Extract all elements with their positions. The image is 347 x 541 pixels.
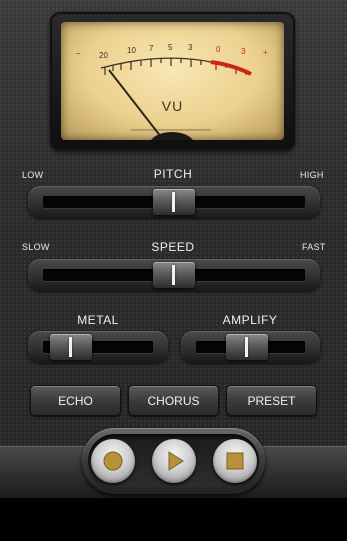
pitch-label: PITCH [153, 167, 193, 181]
vu-scale-10: 10 [127, 46, 136, 55]
vu-plus-sign: + [263, 48, 268, 57]
vu-meter: − 20 10 7 5 3 0 3 + VU [50, 12, 295, 150]
vu-scale-20: 20 [99, 51, 108, 60]
amplify-slider-thumb[interactable] [226, 334, 269, 360]
speed-min-label: SLOW [22, 242, 50, 252]
vu-scale-plus3: 3 [241, 47, 246, 56]
vu-scale-0: 0 [216, 45, 221, 54]
speed-label: SPEED [151, 240, 195, 254]
vu-scale-7: 7 [149, 44, 154, 53]
pitch-slider-thumb[interactable] [153, 189, 195, 215]
amplify-label: AMPLIFY [222, 313, 278, 327]
play-icon [168, 451, 184, 471]
stop-button[interactable] [213, 439, 257, 483]
metal-slider[interactable] [28, 331, 168, 363]
amplify-slider[interactable] [181, 331, 320, 363]
echo-button[interactable]: ECHO [30, 385, 121, 416]
metal-slider-thumb[interactable] [49, 334, 92, 360]
speed-slider-thumb[interactable] [153, 262, 195, 288]
vu-minus-sign: − [76, 49, 81, 58]
speed-slider[interactable] [28, 259, 320, 291]
vu-meter-face: − 20 10 7 5 3 0 3 + VU [61, 22, 284, 140]
metal-label: METAL [77, 313, 119, 327]
vu-label: VU [161, 98, 184, 114]
pitch-max-label: HIGH [300, 170, 324, 180]
stop-icon [226, 452, 244, 470]
vu-scale-3: 3 [188, 43, 193, 52]
speed-max-label: FAST [302, 242, 326, 252]
pitch-min-label: LOW [22, 170, 44, 180]
voice-changer-app: − 20 10 7 5 3 0 3 + VU LOW PITCH HIGH SL… [0, 0, 347, 498]
preset-button[interactable]: PRESET [226, 385, 317, 416]
record-icon [103, 451, 123, 471]
chorus-button[interactable]: CHORUS [128, 385, 219, 416]
pitch-slider[interactable] [28, 186, 320, 218]
vu-scale: − 20 10 7 5 3 0 3 + [76, 43, 268, 140]
vu-scale-5: 5 [168, 43, 173, 52]
record-button[interactable] [91, 439, 135, 483]
vu-pivot [151, 132, 193, 140]
play-button[interactable] [152, 439, 196, 483]
